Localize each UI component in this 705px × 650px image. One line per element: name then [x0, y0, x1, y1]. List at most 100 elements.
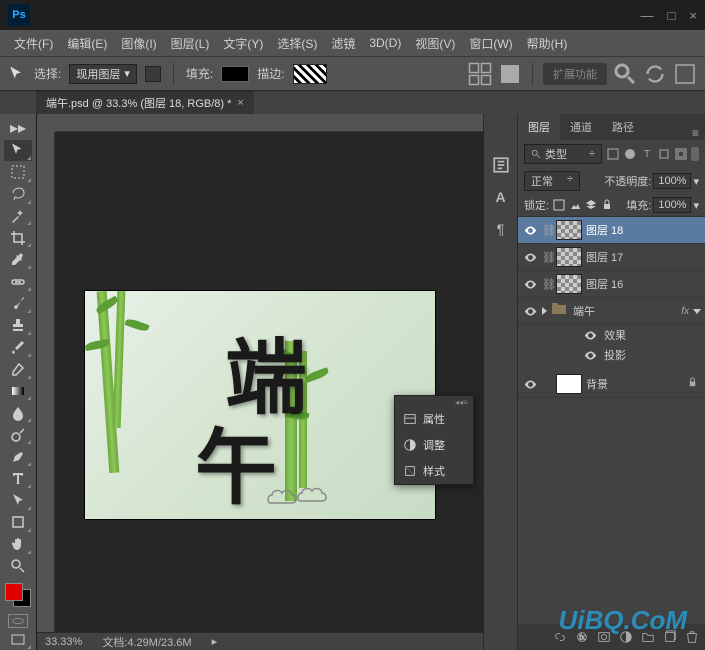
path-selection-tool[interactable]	[4, 490, 32, 511]
layer-row[interactable]: 背景	[518, 371, 705, 398]
popup-styles[interactable]: 样式	[395, 458, 473, 484]
marquee-tool[interactable]	[4, 162, 32, 183]
tab-layers[interactable]: 图层	[518, 114, 560, 140]
layer-fx-indicator[interactable]: fx	[681, 306, 689, 317]
filter-shape-icon[interactable]	[657, 147, 671, 161]
menu-select[interactable]: 选择(S)	[271, 32, 323, 55]
type-tool[interactable]	[4, 468, 32, 489]
view-icon[interactable]	[498, 63, 522, 85]
window-close-button[interactable]: ×	[689, 8, 697, 23]
layer-visibility-toggle[interactable]	[522, 278, 538, 291]
eyedropper-tool[interactable]	[4, 249, 32, 270]
layer-thumbnail[interactable]	[556, 274, 582, 294]
layer-thumbnail[interactable]	[556, 374, 582, 394]
select-dropdown[interactable]: 现用图层▾	[69, 64, 137, 84]
layer-filter-type[interactable]: 类型÷	[524, 144, 602, 164]
crop-tool[interactable]	[4, 227, 32, 248]
blur-tool[interactable]	[4, 402, 32, 423]
filter-toggle[interactable]	[691, 147, 699, 161]
window-maximize-button[interactable]: □	[668, 8, 676, 23]
delete-layer-button[interactable]	[685, 630, 699, 644]
layer-thumbnail[interactable]	[556, 220, 582, 240]
menu-layer[interactable]: 图层(L)	[165, 32, 216, 55]
filter-type-icon[interactable]: T	[640, 147, 654, 161]
popup-properties[interactable]: 属性	[395, 406, 473, 432]
document-tab-close[interactable]: ×	[237, 97, 243, 109]
window-minimize-button[interactable]: —	[641, 8, 654, 23]
layer-name[interactable]: 图层 16	[586, 276, 701, 292]
canvas-area[interactable]: 端 午 33.33% 文档:4.29M/23.6M ▸	[36, 114, 483, 650]
zoom-level[interactable]: 33.33%	[45, 636, 82, 648]
frame-icon[interactable]	[673, 63, 697, 85]
screen-mode-toggle[interactable]	[4, 629, 32, 650]
menu-edit[interactable]: 编辑(E)	[61, 32, 113, 55]
layer-name[interactable]: 端午	[573, 303, 677, 319]
layer-name[interactable]: 图层 18	[586, 222, 701, 238]
move-tool[interactable]	[4, 140, 32, 161]
menu-filter[interactable]: 滤镜	[325, 32, 361, 55]
pen-tool[interactable]	[4, 446, 32, 467]
filter-pixel-icon[interactable]	[606, 147, 620, 161]
tab-paths[interactable]: 路径	[602, 114, 644, 140]
group-expand-icon[interactable]	[542, 307, 547, 315]
zoom-tool[interactable]	[4, 556, 32, 577]
lock-position-icon[interactable]	[585, 199, 597, 211]
menu-type[interactable]: 文字(Y)	[217, 32, 269, 55]
layer-name[interactable]: 图层 17	[586, 249, 701, 265]
layer-visibility-toggle[interactable]	[522, 305, 538, 318]
layer-row[interactable]: ⛓ 图层 16	[518, 271, 705, 298]
layer-visibility-toggle[interactable]	[522, 251, 538, 264]
layer-name[interactable]: 背景	[586, 376, 683, 392]
menu-help[interactable]: 帮助(H)	[521, 32, 574, 55]
stroke-pattern[interactable]	[293, 64, 327, 84]
search-icon[interactable]	[613, 63, 637, 85]
menu-3d[interactable]: 3D(D)	[363, 33, 407, 53]
panel-menu-icon[interactable]: ≡	[686, 126, 705, 140]
gradient-tool[interactable]	[4, 381, 32, 402]
hand-tool[interactable]	[4, 534, 32, 555]
ruler-vertical[interactable]	[37, 114, 55, 650]
layer-visibility-toggle[interactable]	[522, 378, 538, 391]
dodge-tool[interactable]	[4, 424, 32, 445]
menu-image[interactable]: 图像(I)	[115, 32, 162, 55]
ruler-horizontal[interactable]	[55, 114, 483, 132]
opacity-value[interactable]: 100%	[653, 173, 691, 189]
history-brush-tool[interactable]	[4, 337, 32, 358]
popup-collapse-icon[interactable]: ◂◂	[455, 398, 461, 404]
fill-swatch[interactable]	[221, 66, 249, 82]
workspace-selector[interactable]: 扩展功能	[543, 63, 607, 85]
collapse-tools-icon[interactable]: ▸▸	[4, 118, 32, 139]
grid-icon[interactable]	[468, 63, 492, 85]
lock-all-icon[interactable]	[601, 199, 613, 211]
menu-window[interactable]: 窗口(W)	[463, 32, 518, 55]
layer-fx-effects[interactable]: 效果	[518, 325, 705, 345]
eraser-tool[interactable]	[4, 359, 32, 380]
sync-icon[interactable]	[643, 63, 667, 85]
layer-visibility-toggle[interactable]	[522, 224, 538, 237]
blend-mode-select[interactable]: 正常 ÷	[524, 171, 580, 191]
lock-transparency-icon[interactable]	[553, 199, 565, 211]
color-swatches[interactable]	[3, 581, 33, 608]
quick-mask-toggle[interactable]	[8, 614, 28, 629]
layer-thumbnail[interactable]	[556, 247, 582, 267]
menu-file[interactable]: 文件(F)	[8, 32, 59, 55]
layer-row[interactable]: ⛓ 图层 17	[518, 244, 705, 271]
tab-channels[interactable]: 通道	[560, 114, 602, 140]
layer-row[interactable]: ⛓ 图层 18	[518, 217, 705, 244]
paragraph-panel-icon[interactable]: ¶	[490, 218, 512, 240]
popup-adjustments[interactable]: 调整	[395, 432, 473, 458]
fill-opacity-value[interactable]: 100%	[653, 197, 691, 213]
foreground-color-swatch[interactable]	[5, 583, 23, 601]
opt-checkbox[interactable]	[145, 66, 161, 82]
stamp-tool[interactable]	[4, 315, 32, 336]
popup-menu-icon[interactable]: ≡	[463, 398, 469, 404]
shape-tool[interactable]	[4, 512, 32, 533]
document-canvas[interactable]: 端 午	[85, 291, 435, 519]
brush-tool[interactable]	[4, 293, 32, 314]
lasso-tool[interactable]	[4, 184, 32, 205]
filter-smart-icon[interactable]	[674, 147, 688, 161]
document-info[interactable]: 文档:4.29M/23.6M	[102, 634, 191, 650]
history-panel-icon[interactable]	[490, 154, 512, 176]
healing-tool[interactable]	[4, 271, 32, 292]
character-panel-icon[interactable]: A	[490, 186, 512, 208]
